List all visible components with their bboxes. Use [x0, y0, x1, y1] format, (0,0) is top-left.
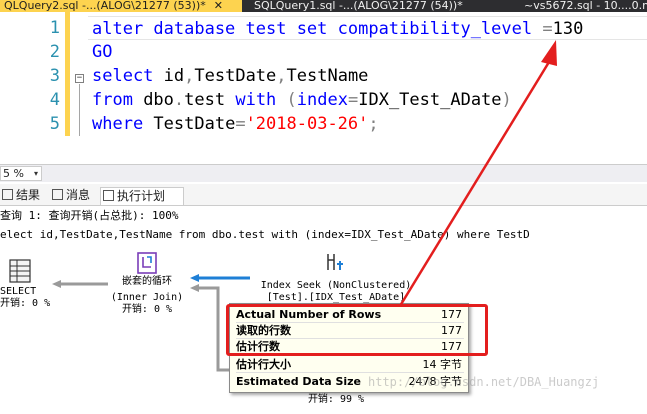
watermark: http://blog.csdn.net/DBA_Huangzj — [368, 375, 600, 389]
annotation-arrow — [398, 40, 557, 307]
